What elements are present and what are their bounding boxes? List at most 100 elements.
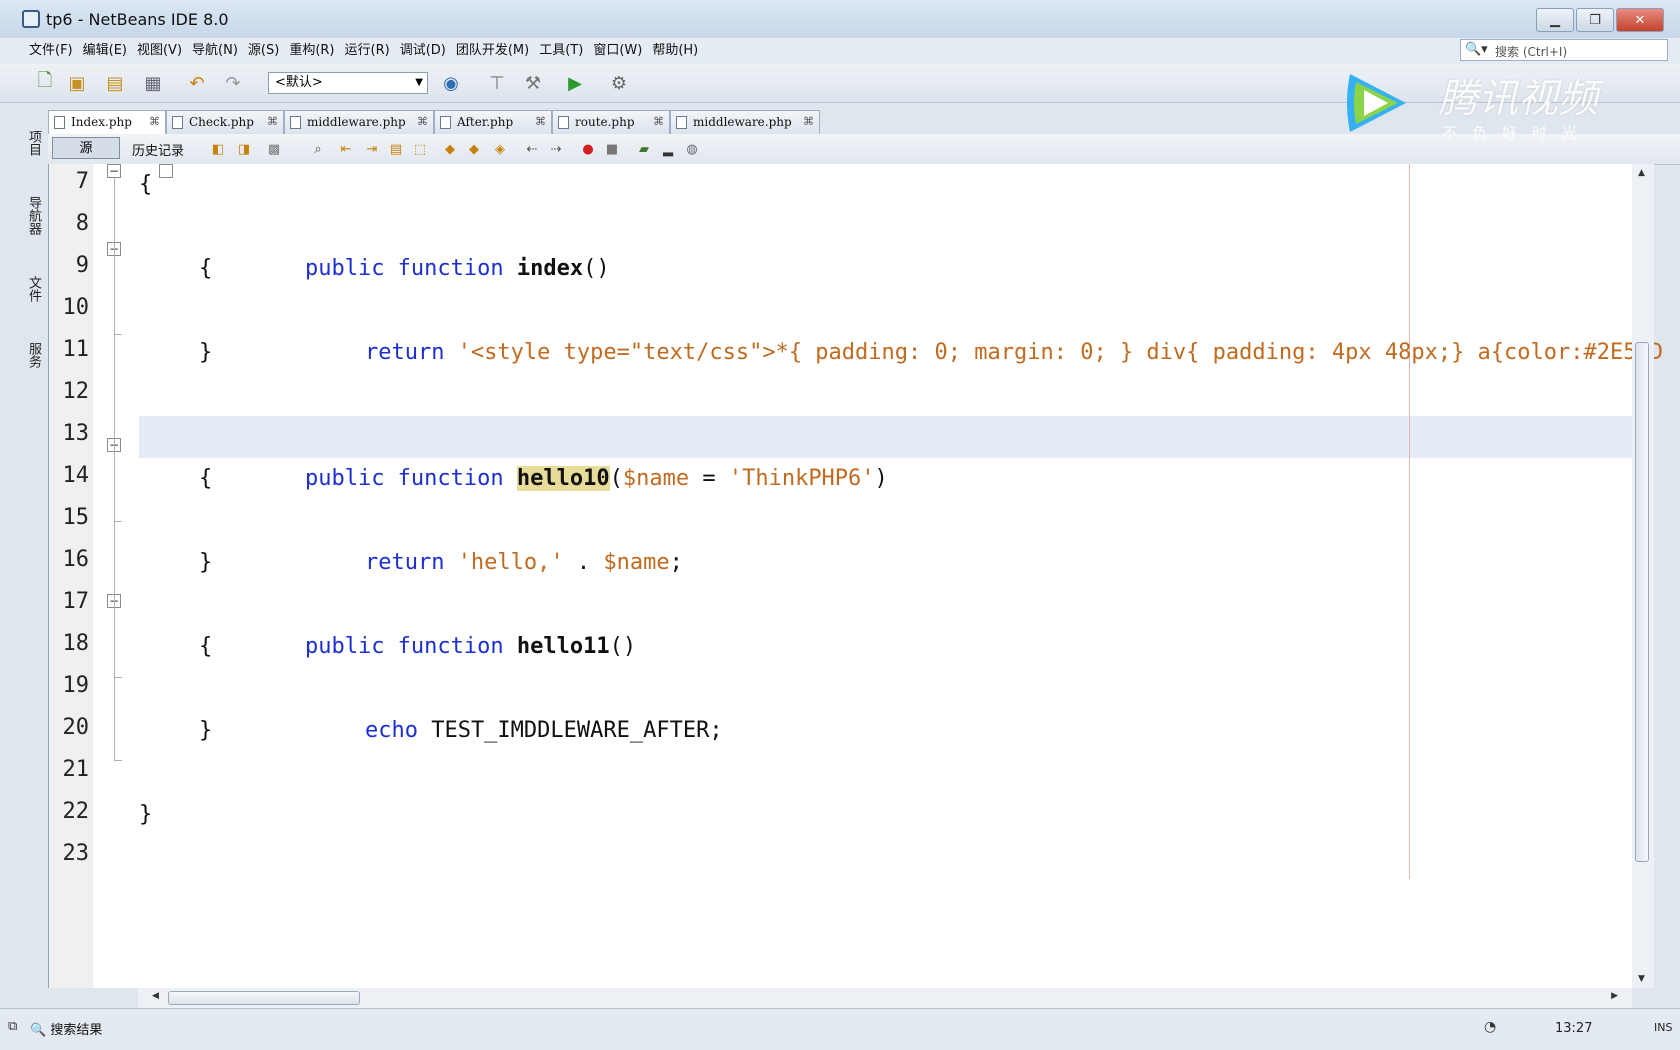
projects-tab[interactable]: 项目 (24, 130, 43, 156)
netbeans-app-icon (22, 10, 40, 28)
minimize-button[interactable]: ▁ (1536, 8, 1574, 32)
comment-icon[interactable]: ▰ (636, 141, 652, 157)
run-icon[interactable]: ▶ (562, 70, 588, 96)
code-token: $name (603, 550, 670, 575)
search-input[interactable]: 🔍▾ 搜索 (Ctrl+I) (1460, 39, 1668, 61)
menu-help[interactable]: 帮助(H) (647, 38, 703, 64)
window-controls: ▁ ❐ ✕ (1536, 8, 1664, 32)
vertical-scrollbar[interactable]: ▲ ▼ (1632, 164, 1654, 988)
code-token: ) (874, 466, 888, 491)
find-icon[interactable]: ⌕ (310, 141, 326, 157)
shift-right-icon[interactable]: ⇢ (548, 141, 564, 157)
build-icon[interactable]: ⊤ (484, 70, 510, 96)
menu-view[interactable]: 视图(V) (132, 38, 187, 64)
line-number: 19 (62, 673, 90, 698)
new-project-icon[interactable]: ▣ (64, 70, 90, 96)
close-icon[interactable]: ⌘ (149, 111, 160, 133)
history-view-button[interactable]: 历史记录 (132, 140, 184, 159)
navigator-tab[interactable]: 导航器 (24, 196, 43, 235)
close-icon[interactable]: ⌘ (417, 111, 428, 133)
source-view-button[interactable]: 源 (52, 137, 120, 159)
fold-toggle-icon[interactable]: − (107, 164, 121, 178)
line-number: 14 (62, 463, 90, 488)
globe-icon[interactable]: ◉ (438, 70, 464, 96)
tab-middleware-php[interactable]: middleware.php ⌘ (284, 110, 434, 134)
scroll-right-icon[interactable]: ▶ (1611, 991, 1618, 1001)
menu-navigate[interactable]: 导航(N) (187, 38, 243, 64)
last-edit-icon[interactable]: ◧ (210, 141, 226, 157)
toggle-rectangular-icon[interactable]: ⬚ (412, 141, 428, 157)
tab-check-php[interactable]: Check.php ⌘ (166, 110, 284, 134)
search-results-tab[interactable]: 🔍 搜索结果 (30, 1019, 102, 1038)
forward-icon[interactable]: ▩ (266, 141, 282, 157)
php-file-icon (440, 116, 451, 129)
code-line: { (199, 256, 213, 281)
menu-debug[interactable]: 调试(D) (395, 38, 451, 64)
watermark-slogan: 不负好时光 (1442, 124, 1593, 142)
tab-route-php[interactable]: route.php ⌘ (552, 110, 670, 134)
database-icon[interactable]: ◍ (684, 141, 700, 157)
tab-label: After.php (457, 115, 514, 129)
panel-restore-icon[interactable]: ⧉ (8, 1019, 17, 1034)
tab-label: Index.php (71, 115, 132, 129)
menu-refactor[interactable]: 重构(R) (284, 38, 339, 64)
services-tab[interactable]: 服务 (24, 342, 43, 368)
record-macro-icon[interactable]: ● (580, 141, 596, 157)
redo-icon[interactable]: ↷ (220, 70, 246, 96)
notifications-icon[interactable]: ◔ (1484, 1019, 1496, 1035)
code-token: $name (622, 466, 690, 491)
code-line: { (199, 634, 213, 659)
prev-bookmark-icon[interactable]: ◆ (442, 141, 458, 157)
scroll-up-icon[interactable]: ▲ (1638, 168, 1645, 178)
debug-icon[interactable]: ⚙ (606, 70, 632, 96)
ide-window: tp6 - NetBeans IDE 8.0 ▁ ❐ ✕ 文件(F) 编辑(E)… (0, 0, 1680, 1050)
menu-team[interactable]: 团队开发(M) (451, 38, 534, 64)
code-token: echo (364, 718, 432, 743)
scroll-left-icon[interactable]: ◀ (152, 991, 159, 1001)
code-token: public function (304, 466, 517, 491)
close-button[interactable]: ✕ (1616, 8, 1664, 32)
horizontal-scrollbar[interactable]: ◀ ▶ (138, 988, 1632, 1008)
menu-run[interactable]: 运行(R) (340, 38, 395, 64)
insert-mode: INS (1654, 1021, 1673, 1034)
back-icon[interactable]: ◨ (236, 141, 252, 157)
toggle-highlight-icon[interactable]: ▤ (388, 141, 404, 157)
new-file-icon[interactable]: 🗋 (32, 70, 58, 96)
line-number: 21 (62, 757, 90, 782)
menu-source[interactable]: 源(S) (243, 38, 284, 64)
save-all-icon[interactable]: ▦ (140, 70, 166, 96)
tencent-video-watermark: 腾讯视频 不负好时光 (1342, 66, 1642, 146)
close-icon[interactable]: ⌘ (803, 111, 814, 133)
code-token: 'hello,' (457, 550, 564, 575)
files-tab[interactable]: 文件 (24, 276, 43, 302)
open-project-icon[interactable]: ▤ (102, 70, 128, 96)
tab-middleware-php-2[interactable]: middleware.php ⌘ (670, 110, 820, 134)
uncomment-icon[interactable]: ▂ (660, 141, 676, 157)
close-icon[interactable]: ⌘ (535, 111, 546, 133)
close-icon[interactable]: ⌘ (653, 111, 664, 133)
menu-file[interactable]: 文件(F) (24, 38, 78, 64)
menu-window[interactable]: 窗口(W) (588, 38, 647, 64)
vertical-scroll-thumb[interactable] (1635, 342, 1649, 862)
code-area[interactable]: { public function index() { return '<sty… (139, 164, 1663, 988)
next-bookmark-icon[interactable]: ◆ (466, 141, 482, 157)
menu-edit[interactable]: 编辑(E) (78, 38, 132, 64)
stop-macro-icon[interactable]: ■ (604, 141, 620, 157)
code-line: { (199, 466, 213, 491)
undo-icon[interactable]: ↶ (184, 70, 210, 96)
scroll-down-icon[interactable]: ▼ (1638, 974, 1645, 984)
code-editor[interactable]: 7 8 9 10 11 12 13 14 15 16 17 18 19 20 2… (48, 164, 1663, 988)
config-select[interactable]: <默认> ▼ (268, 72, 428, 94)
tab-after-php[interactable]: After.php ⌘ (434, 110, 552, 134)
php-file-icon (290, 116, 301, 129)
menu-tools[interactable]: 工具(T) (534, 38, 588, 64)
horizontal-scroll-thumb[interactable] (168, 991, 360, 1005)
maximize-button[interactable]: ❐ (1576, 8, 1614, 32)
shift-left-icon[interactable]: ⇠ (524, 141, 540, 157)
find-next-icon[interactable]: ⇥ (364, 141, 380, 157)
toggle-bookmark-icon[interactable]: ◈ (492, 141, 508, 157)
clean-build-icon[interactable]: ⚒ (520, 70, 546, 96)
find-previous-icon[interactable]: ⇤ (338, 141, 354, 157)
tab-index-php[interactable]: Index.php ⌘ (48, 110, 166, 134)
close-icon[interactable]: ⌘ (267, 111, 278, 133)
